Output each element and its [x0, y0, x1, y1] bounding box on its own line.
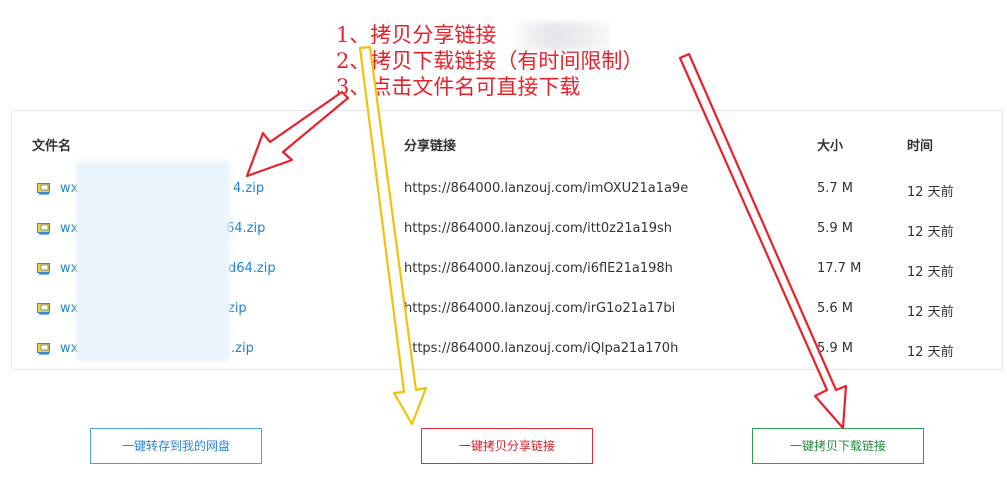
file-size: 5.9 M	[817, 341, 854, 356]
annotation-step-3: 3、点击文件名可直接下载	[336, 75, 581, 99]
file-size: 17.7 M	[817, 261, 862, 276]
header-time: 时间	[907, 139, 934, 154]
file-size: 5.6 M	[817, 301, 854, 316]
archive-file-icon	[37, 183, 50, 195]
share-link[interactable]: https://864000.lanzouj.com/imOXU21a1a9e	[404, 181, 688, 196]
filename-redaction	[76, 161, 230, 361]
file-size: 5.9 M	[817, 221, 854, 236]
file-time: 12 天前	[907, 185, 954, 200]
share-link[interactable]: https://864000.lanzouj.com/itt0z21a19sh	[404, 221, 672, 236]
share-link[interactable]: https://864000.lanzouj.com/i6flE21a198h	[404, 261, 673, 276]
archive-file-icon	[37, 303, 50, 315]
file-name-suffix: d64.zip	[228, 261, 276, 276]
copy-download-links-button[interactable]: 一键拷贝下载链接	[752, 428, 924, 464]
header-filename: 文件名	[32, 139, 72, 154]
file-name-suffix: .zip	[231, 341, 254, 356]
file-time: 12 天前	[907, 225, 954, 240]
share-link[interactable]: https://864000.lanzouj.com/iQlpa21a170h	[404, 341, 678, 356]
archive-file-icon	[37, 263, 50, 275]
file-time: 12 天前	[907, 345, 954, 360]
archive-file-icon	[37, 223, 50, 235]
header-share-link: 分享链接	[404, 139, 457, 154]
file-list-panel: 文件名 分享链接 大小 时间 wx 4.zip https://864000.l…	[11, 110, 1003, 370]
redaction-blur	[515, 22, 610, 50]
file-time: 12 天前	[907, 265, 954, 280]
annotation-step-2: 2、拷贝下载链接（有时间限制）	[336, 49, 644, 73]
file-time: 12 天前	[907, 305, 954, 320]
share-link[interactable]: https://864000.lanzouj.com/irG1o21a17bi	[404, 301, 675, 316]
save-to-drive-button[interactable]: 一键转存到我的网盘	[90, 428, 262, 464]
copy-share-links-button[interactable]: 一键拷贝分享链接	[421, 428, 593, 464]
file-name-suffix: 4.zip	[233, 181, 265, 196]
file-size: 5.7 M	[817, 181, 854, 196]
header-size: 大小	[817, 139, 844, 154]
archive-file-icon	[37, 343, 50, 355]
file-name-suffix: 64.zip	[226, 221, 266, 236]
file-name-suffix: zip	[228, 301, 247, 316]
